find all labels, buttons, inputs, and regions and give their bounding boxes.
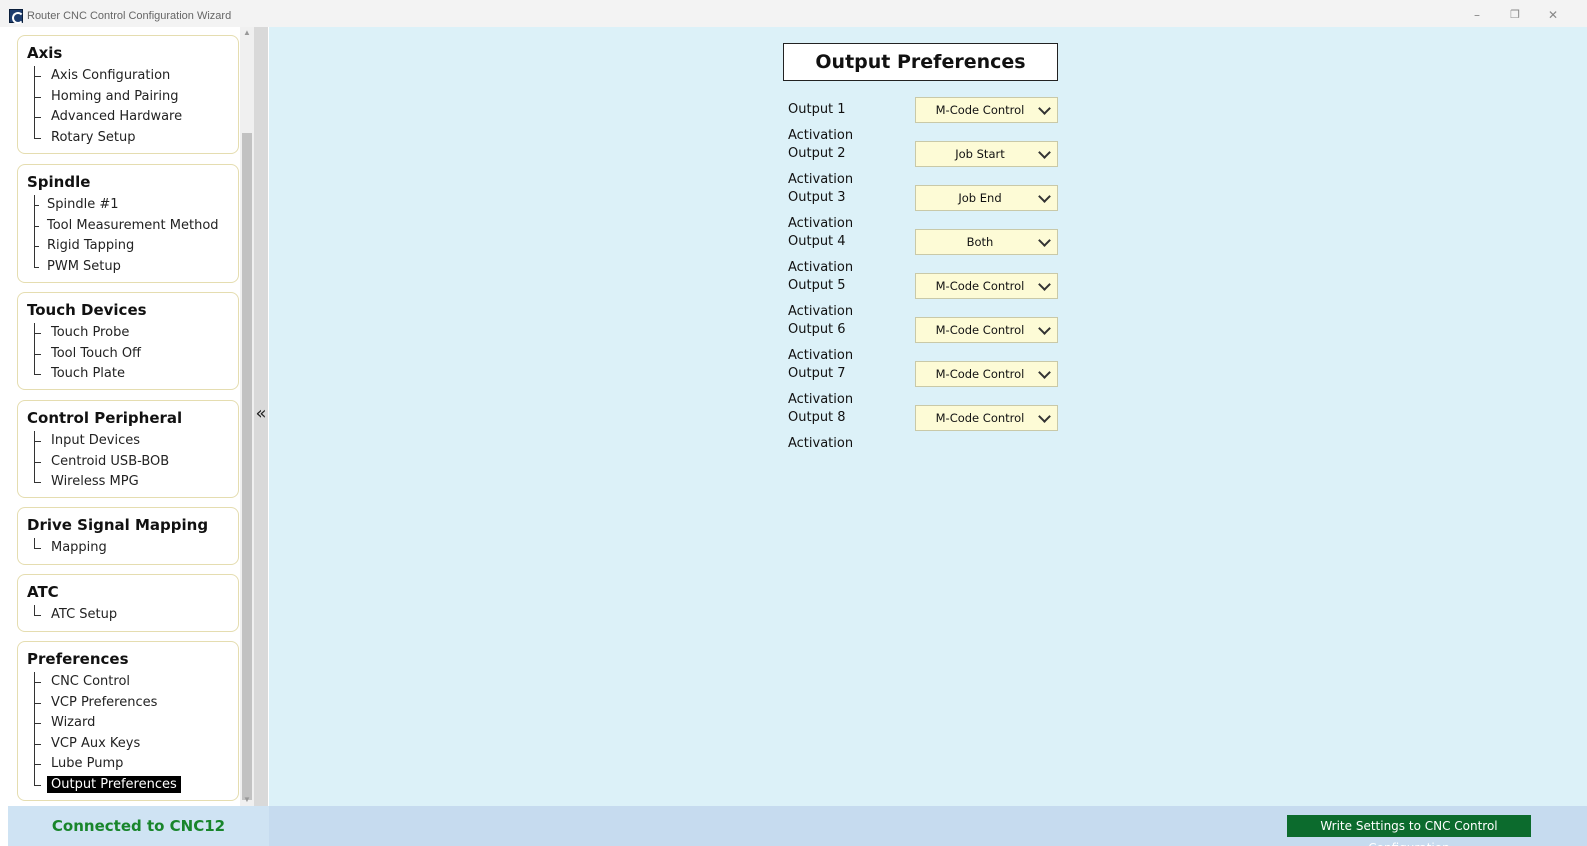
dropdown-value: M-Code Control: [935, 103, 1025, 117]
scroll-up-arrow-icon[interactable]: ▲: [240, 27, 254, 39]
panel-title: Preferences: [27, 650, 129, 668]
sidebar-item-centroid-usb-bob[interactable]: Centroid USB-BOB: [18, 451, 238, 473]
output-6-activation-select[interactable]: M-Code Control: [915, 317, 1058, 343]
panel-touch-devices: Touch Devices Touch Probe Tool Touch Off…: [17, 292, 239, 390]
sidebar-item-pwm-setup[interactable]: PWM Setup: [18, 256, 238, 278]
panel-control-peripheral: Control Peripheral Input Devices Centroi…: [17, 400, 239, 498]
minimize-icon[interactable]: –: [1467, 7, 1487, 23]
action-bar: Write Settings to CNC Control Configurat…: [269, 806, 1587, 846]
output-5-activation-select[interactable]: M-Code Control: [915, 273, 1058, 299]
sidebar-item-touch-plate[interactable]: Touch Plate: [18, 364, 238, 385]
window-title: Router CNC Control Configuration Wizard: [27, 10, 232, 22]
sidebar-item-tool-measurement-method[interactable]: Tool Measurement Method: [18, 215, 238, 237]
dropdown-value: Both: [966, 235, 994, 249]
sidebar-item-vcp-preferences[interactable]: VCP Preferences: [18, 692, 238, 714]
sidebar-item-advanced-hardware[interactable]: Advanced Hardware: [18, 107, 238, 128]
panel-drive-signal-mapping: Drive Signal Mapping Mapping: [17, 507, 239, 565]
output-4-activation-select[interactable]: Both: [915, 229, 1058, 255]
panel-title: ATC: [27, 583, 59, 601]
panel-axis: Axis Axis Configuration Homing and Pairi…: [17, 35, 239, 154]
sidebar-item-rotary-setup[interactable]: Rotary Setup: [18, 127, 238, 149]
sidebar-item-tool-touch-off[interactable]: Tool Touch Off: [18, 343, 238, 365]
scroll-down-arrow-icon[interactable]: ▼: [240, 794, 254, 806]
sidebar-item-spindle-1[interactable]: Spindle #1: [18, 195, 238, 216]
main-content: Output Preferences Output 1 Activation M…: [269, 27, 1587, 806]
page-title: Output Preferences: [783, 43, 1058, 81]
title-bar: Router CNC Control Configuration Wizard …: [0, 0, 1587, 27]
nav-scroll-area: Axis Axis Configuration Homing and Pairi…: [8, 27, 240, 806]
sidebar-item-rigid-tapping[interactable]: Rigid Tapping: [18, 236, 238, 257]
dropdown-value: M-Code Control: [935, 323, 1025, 337]
panel-title: Control Peripheral: [27, 409, 183, 427]
sidebar-item-output-preferences[interactable]: Output Preferences: [18, 774, 238, 796]
output-8-activation-select[interactable]: M-Code Control: [915, 405, 1058, 431]
panel-atc: ATC ATC Setup: [17, 574, 239, 632]
dropdown-value: Job Start: [955, 147, 1005, 161]
output-label: Output 8 Activation: [788, 410, 854, 451]
sidebar-item-wireless-mpg[interactable]: Wireless MPG: [18, 472, 238, 493]
sidebar-item-cnc-control[interactable]: CNC Control: [18, 672, 238, 693]
panel-title: Spindle: [27, 173, 91, 191]
output-2-activation-select[interactable]: Job Start: [915, 141, 1058, 167]
sidebar-item-homing-and-pairing[interactable]: Homing and Pairing: [18, 86, 238, 108]
sidebar-scrollbar[interactable]: ▲ ▼: [240, 27, 254, 806]
connection-status: Connected to CNC12: [51, 817, 226, 835]
dropdown-value: M-Code Control: [935, 279, 1025, 293]
sidebar-item-wizard[interactable]: Wizard: [18, 713, 238, 734]
sidebar-item-axis-configuration[interactable]: Axis Configuration: [18, 66, 238, 87]
sidebar-collapse-bar[interactable]: «: [254, 27, 268, 806]
sidebar-item-lube-pump[interactable]: Lube Pump: [18, 754, 238, 775]
output-7-activation-select[interactable]: M-Code Control: [915, 361, 1058, 387]
output-3-activation-select[interactable]: Job End: [915, 185, 1058, 211]
sidebar: Axis Axis Configuration Homing and Pairi…: [8, 27, 268, 806]
dropdown-value: M-Code Control: [935, 367, 1025, 381]
output-1-activation-select[interactable]: M-Code Control: [915, 97, 1058, 123]
sidebar-item-atc-setup[interactable]: ATC Setup: [18, 605, 238, 626]
panel-title: Touch Devices: [27, 301, 147, 319]
dropdown-value: M-Code Control: [935, 411, 1025, 425]
panel-title: Drive Signal Mapping: [27, 516, 209, 534]
sidebar-item-vcp-aux-keys[interactable]: VCP Aux Keys: [18, 733, 238, 755]
panel-preferences: Preferences CNC Control VCP Preferences …: [17, 641, 239, 801]
sidebar-item-input-devices[interactable]: Input Devices: [18, 431, 238, 452]
app-logo-icon: [9, 9, 24, 24]
restore-icon[interactable]: ❐: [1505, 7, 1525, 23]
sidebar-item-touch-probe[interactable]: Touch Probe: [18, 323, 238, 344]
connection-status-bar: Connected to CNC12: [8, 806, 269, 846]
close-icon[interactable]: ✕: [1543, 7, 1563, 23]
write-settings-button[interactable]: Write Settings to CNC Control Configurat…: [1287, 815, 1531, 846]
dropdown-value: Job End: [958, 191, 1002, 205]
panel-title: Axis: [27, 44, 63, 62]
sidebar-item-mapping[interactable]: Mapping: [18, 538, 238, 559]
scrollbar-thumb[interactable]: [242, 133, 252, 800]
double-chevron-left-icon[interactable]: «: [254, 403, 268, 425]
panel-spindle: Spindle Spindle #1 Tool Measurement Meth…: [17, 164, 239, 283]
